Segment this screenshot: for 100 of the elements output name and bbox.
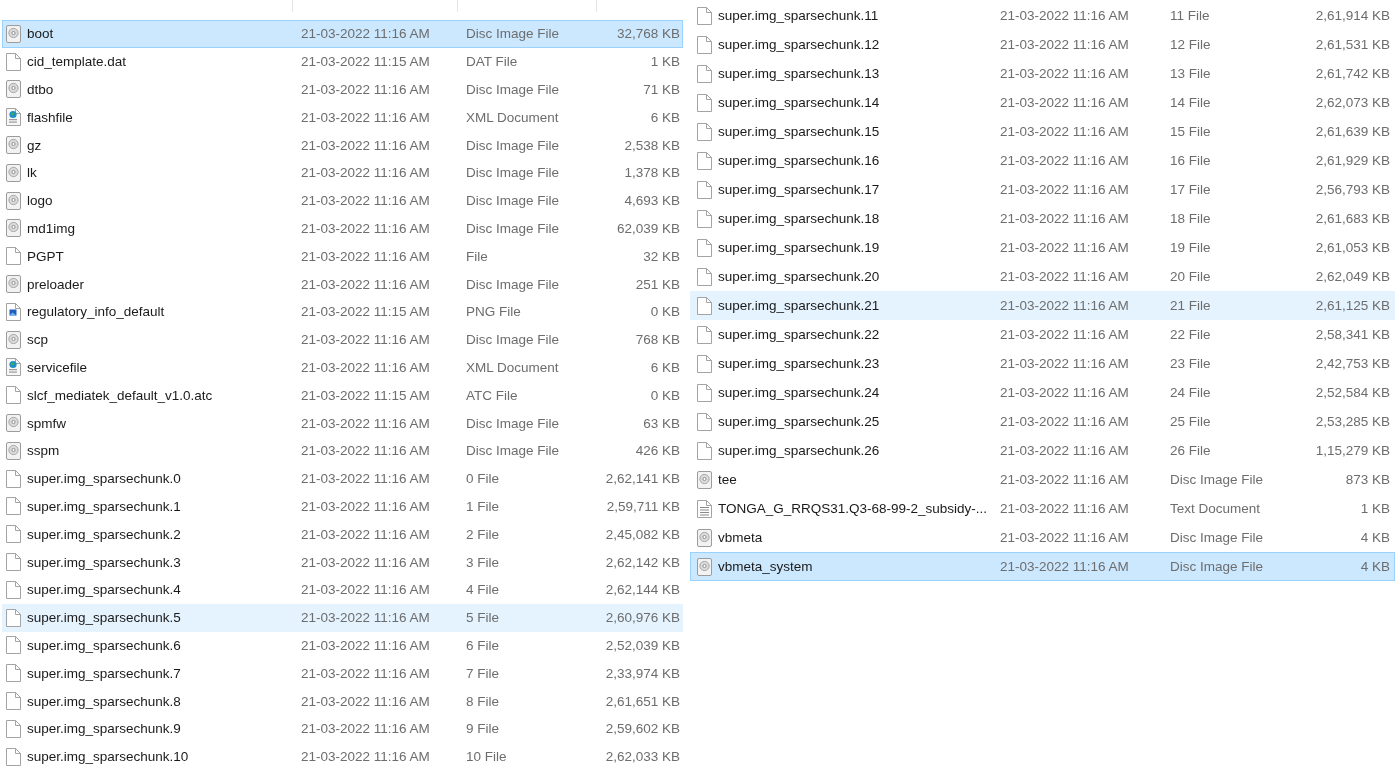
file-size: 0 KB [650, 387, 681, 403]
file-row[interactable]: vbmeta_system 21-03-2022 11:16 AM Disc Image File 4 KB [690, 552, 1395, 581]
disc-file-icon [6, 275, 21, 294]
file-row[interactable]: super.img_sparsechunk.22 21-03-2022 11:16 AM 22 File 2,58,341 KB [690, 320, 1395, 349]
date-modified: 21-03-2022 11:16 AM [300, 193, 430, 209]
date-modified: 21-03-2022 11:16 AM [300, 109, 430, 125]
file-row[interactable]: super.img_sparsechunk.19 21-03-2022 11:16 AM 19 File 2,61,053 KB [690, 233, 1395, 262]
blank-file-icon [6, 580, 21, 599]
file-name: super.img_sparsechunk.22 [718, 327, 880, 342]
file-size: 4,693 KB [624, 193, 681, 209]
file-type: 13 File [1169, 66, 1211, 81]
file-name: super.img_sparsechunk.25 [718, 414, 880, 429]
file-row[interactable]: super.img_sparsechunk.14 21-03-2022 11:16 AM 14 File 2,62,073 KB [690, 88, 1395, 117]
date-modified: 21-03-2022 11:16 AM [999, 269, 1129, 284]
blank-file-icon [697, 6, 712, 25]
file-row[interactable]: super.img_sparsechunk.1 21-03-2022 11:16 AM 1 File 2,59,711 KB [2, 492, 683, 521]
file-type: 20 File [1169, 269, 1211, 284]
file-name: super.img_sparsechunk.17 [718, 182, 880, 197]
file-row[interactable]: super.img_sparsechunk.7 21-03-2022 11:16 AM 7 File 2,33,974 KB [2, 659, 683, 688]
file-row[interactable]: super.img_sparsechunk.9 21-03-2022 11:16 AM 9 File 2,59,602 KB [2, 714, 683, 743]
file-name: lk [27, 165, 37, 181]
file-row[interactable]: tee 21-03-2022 11:16 AM Disc Image File 873 KB [690, 465, 1395, 494]
file-row[interactable]: scp 21-03-2022 11:16 AM Disc Image File 768 KB [2, 325, 683, 354]
file-size: 6 KB [650, 359, 681, 375]
date-modified: 21-03-2022 11:15 AM [300, 304, 430, 320]
file-size: 32 KB [643, 248, 681, 264]
file-row[interactable]: super.img_sparsechunk.18 21-03-2022 11:16 AM 18 File 2,61,683 KB [690, 204, 1395, 233]
file-row[interactable]: boot 21-03-2022 11:16 AM Disc Image File 32,768 KB [2, 20, 683, 48]
file-row[interactable]: spmfw 21-03-2022 11:16 AM Disc Image File 63 KB [2, 409, 683, 437]
file-row[interactable]: slcf_mediatek_default_v1.0.atc 21-03-2022 11:15 AM ATC File 0 KB [2, 381, 683, 410]
file-name: super.img_sparsechunk.21 [718, 298, 880, 313]
blank-file-icon [6, 553, 21, 572]
file-type: Disc Image File [1169, 530, 1264, 545]
file-row[interactable]: super.img_sparsechunk.17 21-03-2022 11:16 AM 17 File 2,56,793 KB [690, 175, 1395, 204]
file-name: super.img_sparsechunk.19 [718, 240, 880, 255]
file-type: DAT File [465, 54, 518, 70]
file-row[interactable]: super.img_sparsechunk.15 21-03-2022 11:16 AM 15 File 2,61,639 KB [690, 117, 1395, 146]
file-size: 2,56,793 KB [1315, 182, 1391, 197]
file-row[interactable]: super.img_sparsechunk.20 21-03-2022 11:16 AM 20 File 2,62,049 KB [690, 262, 1395, 291]
file-row[interactable]: super.img_sparsechunk.6 21-03-2022 11:16 AM 6 File 2,52,039 KB [2, 631, 683, 660]
file-row[interactable]: super.img_sparsechunk.24 21-03-2022 11:16 AM 24 File 2,52,584 KB [690, 378, 1395, 407]
blank-file-icon [697, 151, 712, 170]
file-row[interactable]: super.img_sparsechunk.11 21-03-2022 11:16 AM 11 File 2,61,914 KB [690, 1, 1395, 30]
file-name: sspm [27, 443, 60, 459]
file-row[interactable]: servicefile 21-03-2022 11:16 AM XML Document 6 KB [2, 353, 683, 382]
file-row[interactable]: super.img_sparsechunk.10 21-03-2022 11:16 AM 10 File 2,62,033 KB [2, 742, 683, 771]
file-name: cid_template.dat [27, 54, 127, 70]
file-row[interactable]: logo 21-03-2022 11:16 AM Disc Image File 4,693 KB [2, 186, 683, 215]
file-row[interactable]: regulatory_info_default 21-03-2022 11:15 AM PNG File 0 KB [2, 297, 683, 326]
file-size: 251 KB [635, 276, 681, 292]
date-modified: 21-03-2022 11:16 AM [999, 501, 1129, 516]
file-type: 5 File [465, 610, 499, 626]
file-type: PNG File [465, 304, 521, 320]
file-name: super.img_sparsechunk.23 [718, 356, 880, 371]
file-name: super.img_sparsechunk.0 [27, 471, 181, 487]
file-size: 1,378 KB [624, 165, 681, 181]
file-name: PGPT [27, 248, 64, 264]
file-row[interactable]: super.img_sparsechunk.21 21-03-2022 11:16 AM 21 File 2,61,125 KB [690, 291, 1395, 320]
file-size: 2,45,082 KB [605, 526, 681, 542]
file-size: 2,62,141 KB [605, 471, 681, 487]
file-row[interactable]: cid_template.dat 21-03-2022 11:15 AM DAT File 1 KB [2, 47, 683, 76]
date-modified: 21-03-2022 11:16 AM [300, 471, 430, 487]
file-row[interactable]: dtbo 21-03-2022 11:16 AM Disc Image File 71 KB [2, 75, 683, 104]
file-row[interactable]: super.img_sparsechunk.23 21-03-2022 11:16 AM 23 File 2,42,753 KB [690, 349, 1395, 378]
file-row[interactable]: PGPT 21-03-2022 11:16 AM File 32 KB [2, 242, 683, 271]
blank-file-icon [697, 383, 712, 402]
file-type: Disc Image File [1169, 472, 1264, 487]
file-size: 768 KB [635, 332, 681, 348]
blank-file-icon [697, 209, 712, 228]
file-type: Text Document [1169, 501, 1261, 516]
file-row[interactable]: super.img_sparsechunk.3 21-03-2022 11:16 AM 3 File 2,62,142 KB [2, 548, 683, 576]
file-row[interactable]: flashfile 21-03-2022 11:16 AM XML Document 6 KB [2, 103, 683, 132]
file-size: 2,61,651 KB [605, 693, 681, 709]
file-name: super.img_sparsechunk.1 [27, 498, 181, 514]
file-row[interactable]: md1img 21-03-2022 11:16 AM Disc Image File 62,039 KB [2, 214, 683, 243]
file-row[interactable]: vbmeta 21-03-2022 11:16 AM Disc Image File 4 KB [690, 523, 1395, 552]
file-row[interactable]: super.img_sparsechunk.5 21-03-2022 11:16 AM 5 File 2,60,976 KB [2, 603, 683, 632]
file-row[interactable]: lk 21-03-2022 11:16 AM Disc Image File 1,378 KB [2, 159, 683, 187]
file-row[interactable]: sspm 21-03-2022 11:16 AM Disc Image File 426 KB [2, 436, 683, 465]
file-row[interactable]: super.img_sparsechunk.8 21-03-2022 11:16 AM 8 File 2,61,651 KB [2, 687, 683, 715]
file-size: 2,61,914 KB [1315, 8, 1391, 23]
file-row[interactable]: super.img_sparsechunk.2 21-03-2022 11:16 AM 2 File 2,45,082 KB [2, 520, 683, 549]
file-row[interactable]: TONGA_G_RRQS31.Q3-68-99-2_subsidy-... 21-03-2022 11:16 AM Text Document 1 KB [690, 494, 1395, 523]
file-row[interactable]: preloader 21-03-2022 11:16 AM Disc Image File 251 KB [2, 270, 683, 298]
file-type: 19 File [1169, 240, 1211, 255]
file-size: 1 KB [1360, 501, 1391, 516]
file-row[interactable]: super.img_sparsechunk.12 21-03-2022 11:16 AM 12 File 2,61,531 KB [690, 30, 1395, 59]
file-name: logo [27, 193, 53, 209]
file-type: Disc Image File [1169, 559, 1264, 574]
file-row[interactable]: super.img_sparsechunk.13 21-03-2022 11:16 AM 13 File 2,61,742 KB [690, 59, 1395, 88]
date-modified: 21-03-2022 11:16 AM [999, 385, 1129, 400]
file-row[interactable]: super.img_sparsechunk.0 21-03-2022 11:16 AM 0 File 2,62,141 KB [2, 464, 683, 493]
file-type: 22 File [1169, 327, 1211, 342]
file-row[interactable]: super.img_sparsechunk.25 21-03-2022 11:16 AM 25 File 2,53,285 KB [690, 407, 1395, 436]
file-row[interactable]: super.img_sparsechunk.16 21-03-2022 11:16 AM 16 File 2,61,929 KB [690, 146, 1395, 175]
file-row[interactable]: super.img_sparsechunk.4 21-03-2022 11:16 AM 4 File 2,62,144 KB [2, 575, 683, 604]
disc-file-icon [697, 470, 712, 489]
file-row[interactable]: gz 21-03-2022 11:16 AM Disc Image File 2,538 KB [2, 131, 683, 159]
file-row[interactable]: super.img_sparsechunk.26 21-03-2022 11:16 AM 26 File 1,15,279 KB [690, 436, 1395, 465]
date-modified: 21-03-2022 11:16 AM [300, 220, 430, 236]
